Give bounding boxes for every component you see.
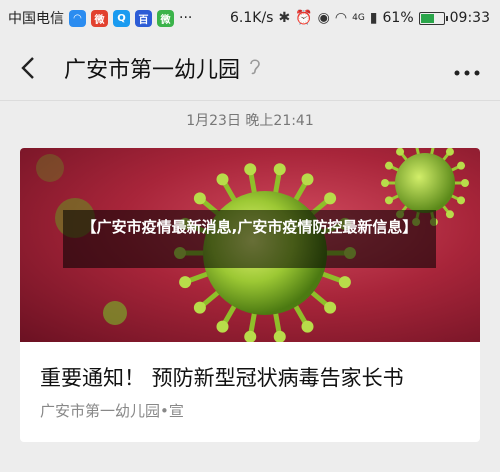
article-headline[interactable]: 重要通知！ 预防新型冠状病毒告家长书 (40, 362, 470, 392)
back-button[interactable] (16, 56, 40, 80)
battery-fill (420, 13, 435, 23)
article-card[interactable]: 【广安市疫情最新消息,广安市疫情防控最新信息】 重要通知！ 预防新型冠状病毒告家… (20, 148, 480, 442)
battery-percent: 61% (382, 10, 414, 26)
nav-bar: 广安市第一幼儿园 (0, 36, 500, 100)
qq-icon: Q (113, 9, 130, 27)
article-cover-image: 【广安市疫情最新消息,广安市疫情防控最新信息】 (20, 148, 480, 342)
signal-label: 4G (352, 13, 365, 23)
wifi-icon: ◠ (334, 10, 348, 26)
status-bar: 中国电信 ◠ 微 Q 百 微 ··· 6.1K/s ✱ ⏰ ◉ ◠ 4G ▮ 6… (0, 0, 500, 36)
image-overlay-caption: 【广安市疫情最新消息,广安市疫情防控最新信息】 (63, 210, 436, 268)
ear-icon (248, 57, 262, 79)
eye-icon: ◉ (317, 10, 330, 26)
baidu-icon: 百 (135, 9, 152, 27)
bluetooth-icon: ✱ (278, 10, 291, 26)
message-timestamp: 1月23日 晚上21:41 (186, 113, 314, 129)
article-source: 广安市第一幼儿园•宣 (40, 402, 184, 420)
network-speed: 6.1K/s (230, 10, 274, 26)
page-title: 广安市第一幼儿园 (64, 58, 241, 83)
chevron-left-icon (21, 57, 34, 79)
carrier-label: 中国电信 (8, 11, 64, 27)
nav-divider (0, 100, 500, 101)
wechat-icon: 微 (157, 9, 174, 27)
qq-browser-icon: ◠ (69, 9, 86, 27)
battery-icon (418, 11, 448, 25)
alarm-icon: ⏰ (295, 10, 313, 26)
weibo-icon: 微 (91, 9, 108, 27)
more-dots-icon (454, 70, 480, 76)
more-notifications: ··· (179, 10, 193, 26)
more-options-button[interactable] (454, 54, 480, 82)
signal-icon: ▮ (369, 10, 378, 26)
clock: 09:33 (449, 10, 490, 26)
